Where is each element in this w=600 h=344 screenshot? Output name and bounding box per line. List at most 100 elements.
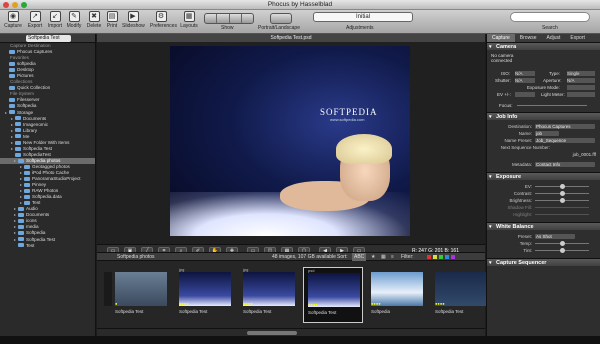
exposure-row: Shadow Fill: [487,204,600,211]
tab-browse[interactable]: Browse [515,34,542,42]
light-meter-select[interactable] [567,92,595,97]
destination-select[interactable]: Phocus Captures [535,124,595,129]
minimize-window-button[interactable] [12,2,18,8]
slideshow-icon: ▶ [127,11,139,22]
capture-sequencer-section-header[interactable]: Capture Sequencer [487,258,600,267]
tab-adjust[interactable]: Adjust [541,34,565,42]
image-viewer[interactable]: SOFTPEDIA www.softpedia.com ▭ ▣ ╱ ⌗ ⌕ ✐ … [97,42,485,268]
exposure-row: Brightness: [487,197,600,204]
tab-capture[interactable]: Capture [487,34,515,42]
show-mode-3[interactable] [230,14,242,23]
navigator-panel: Softpedia Test Capture Destination Phocus… [0,34,96,336]
wb-row: Tint: [487,247,600,254]
export-button[interactable]: ↗ Export [24,11,46,29]
thumbnail[interactable]: jpg ●●●● Softpedia Test [175,267,235,323]
red-filter-icon[interactable] [427,255,431,259]
folder-icon [15,140,21,145]
zoom-window-button[interactable] [21,2,27,8]
show-mode-4[interactable] [242,14,253,23]
trash-icon: ✖ [88,11,100,22]
adjustments-select[interactable]: Initial [313,12,413,22]
folder-icon [18,243,24,248]
thumbnail-image [115,272,167,306]
slider-knob[interactable] [560,248,565,253]
thumbnail[interactable]: jpg ●●●● Softpedia Test [239,267,299,323]
photo-preview[interactable]: SOFTPEDIA www.softpedia.com [170,46,410,236]
shadow-fill-slider[interactable] [535,207,589,208]
layouts-button[interactable]: ▦ Layouts [178,11,200,29]
print-button[interactable]: ▤ Print [101,11,123,29]
folder-icon [24,176,30,181]
show-mode-selector[interactable] [204,13,254,24]
sidebar-item[interactable]: Test [0,243,95,249]
folder-icon [24,201,30,205]
shutter-select[interactable]: N/A [515,78,535,83]
rating-stars: ●●●● [435,301,445,306]
browser-info: 48 images, 107 GB available [272,254,336,260]
folder-icon [9,67,15,72]
rating-stars: ●●●● [371,301,381,306]
scrollbar-thumb[interactable] [247,331,297,335]
camera-status: No camera connected [491,53,514,63]
folder-path-select[interactable]: Softpedia Test [26,35,71,42]
thumbnail-selected[interactable]: psd ●●●● Softpedia Test [303,267,363,323]
folder-icon [9,86,15,91]
yellow-filter-icon[interactable] [433,255,437,259]
toolbar: ◉ Capture ↗ Export ↙ Import ✎ Modify ✖ Delete… [0,10,600,34]
tab-export[interactable]: Export [565,34,589,42]
folder-icon [9,61,15,66]
slider-knob[interactable] [560,198,565,203]
exposure-section-header[interactable]: Exposure [487,172,600,181]
sort-label: Sort: [337,254,348,260]
filter-label: Filter: [401,254,414,260]
name-field[interactable]: job [535,131,559,136]
preferences-button[interactable]: ⚙ Preferences [150,11,177,29]
folder-icon [9,98,15,103]
list-view-icon[interactable]: ≡ [391,253,394,261]
folder-icon [9,49,15,54]
job-row: Name Preset: Job_Sequence [487,137,600,144]
thumbnail[interactable]: ●●●● Softpedia [367,267,427,323]
browser-folder: Softpedia photos [117,254,155,260]
slideshow-button[interactable]: ▶ Slideshow [122,11,145,29]
wb-preset-select[interactable]: As Shot [535,234,575,239]
camera-row: Focus: [487,102,600,109]
browser-scrollbar[interactable] [97,328,485,336]
white-balance-section-header[interactable]: White Balance [487,222,600,231]
grid-view-icon[interactable]: ▦ [381,253,386,261]
thumbnail[interactable]: ●●●● Softpedia Test [431,267,491,323]
iso-select[interactable]: N/A [515,71,535,76]
type-select[interactable]: Single [567,71,595,76]
metadata-select[interactable]: Contact Info [535,162,595,167]
close-window-button[interactable] [3,2,9,8]
folder-icon [18,231,24,236]
name-preset-select[interactable]: Job_Sequence [535,138,595,143]
job-info-section-header[interactable]: Job Info [487,112,600,121]
star-filter-icon[interactable]: ★ [371,253,375,261]
focus-slider[interactable] [517,105,587,106]
slider-knob[interactable] [560,191,565,196]
gear-icon: ⚙ [155,11,167,22]
camera-section-header[interactable]: Camera [487,42,600,51]
slider-knob[interactable] [560,184,565,189]
search-input[interactable] [510,12,590,22]
ev-select[interactable] [515,92,535,97]
folder-icon [24,170,30,175]
capture-button[interactable]: ◉ Capture [2,11,24,29]
thumbnail[interactable]: ● Softpedia Test [111,267,171,323]
show-mode-2[interactable] [217,14,230,23]
show-mode-1[interactable] [205,14,218,23]
sort-select[interactable]: ABC [352,253,367,261]
purple-filter-icon[interactable] [451,255,455,259]
modify-button[interactable]: ✎ Modify [63,11,85,29]
printer-icon: ▤ [106,11,118,22]
rating-stars: ●●●● [179,301,189,306]
folder-icon [18,207,24,212]
slider-knob[interactable] [560,241,565,246]
green-filter-icon[interactable] [439,255,443,259]
highlight-slider[interactable] [535,214,589,215]
blue-filter-icon[interactable] [445,255,449,259]
aperture-select[interactable]: N/A [567,78,595,83]
portrait-landscape-toggle[interactable] [270,13,292,24]
exposure-mode-select[interactable] [567,85,595,90]
